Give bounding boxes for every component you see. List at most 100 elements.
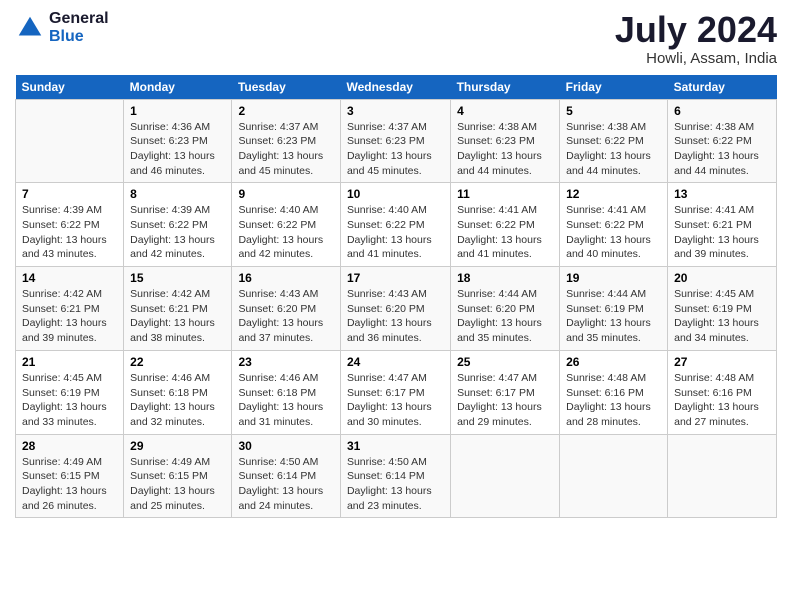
day-number: 23: [238, 355, 334, 369]
table-row: 21 Sunrise: 4:45 AMSunset: 6:19 PMDayligh…: [16, 350, 124, 434]
day-number: 19: [566, 271, 661, 285]
table-row: 14 Sunrise: 4:42 AMSunset: 6:21 PMDayligh…: [16, 267, 124, 351]
table-row: 18Sunrise: 4:44 AMSunset: 6:20 PMDayligh…: [451, 267, 560, 351]
day-number: 2: [238, 104, 334, 118]
day-info: Sunrise: 4:42 AMSunset: 6:21 PMDaylight:…: [22, 287, 117, 346]
col-friday: Friday: [560, 75, 668, 100]
day-number: 10: [347, 187, 444, 201]
table-row: 12Sunrise: 4:41 AMSunset: 6:22 PMDayligh…: [560, 183, 668, 267]
logo: General Blue: [15, 10, 109, 45]
day-number: 18: [457, 271, 553, 285]
col-monday: Monday: [124, 75, 232, 100]
day-number: 30: [238, 439, 334, 453]
day-info: Sunrise: 4:49 AMSunset: 6:15 PMDaylight:…: [130, 455, 225, 514]
calendar-table: Sunday Monday Tuesday Wednesday Thursday…: [15, 75, 777, 519]
table-row: 11 Sunrise: 4:41 AMSunset: 6:22 PMDayligh…: [451, 183, 560, 267]
table-row: 3Sunrise: 4:37 AMSunset: 6:23 PMDaylight…: [340, 99, 450, 183]
day-info: Sunrise: 4:43 AMSunset: 6:20 PMDaylight:…: [347, 287, 444, 346]
table-row: 31 Sunrise: 4:50 AMSunset: 6:14 PMDayligh…: [340, 434, 450, 518]
day-info: Sunrise: 4:50 AMSunset: 6:14 PMDaylight:…: [347, 455, 444, 514]
table-row: 6Sunrise: 4:38 AMSunset: 6:22 PMDaylight…: [668, 99, 777, 183]
col-sunday: Sunday: [16, 75, 124, 100]
day-info: Sunrise: 4:46 AMSunset: 6:18 PMDaylight:…: [238, 371, 334, 430]
day-number: 20: [674, 271, 770, 285]
day-number: 14: [22, 271, 117, 285]
day-number: 28: [22, 439, 117, 453]
col-tuesday: Tuesday: [232, 75, 341, 100]
day-number: 15: [130, 271, 225, 285]
day-info: Sunrise: 4:39 AMSunset: 6:22 PMDaylight:…: [130, 203, 225, 262]
col-thursday: Thursday: [451, 75, 560, 100]
header: General Blue July 2024 Howli, Assam, Ind…: [15, 10, 777, 67]
col-wednesday: Wednesday: [340, 75, 450, 100]
table-row: 29Sunrise: 4:49 AMSunset: 6:15 PMDayligh…: [124, 434, 232, 518]
logo-icon: [15, 13, 45, 43]
table-row: 27Sunrise: 4:48 AMSunset: 6:16 PMDayligh…: [668, 350, 777, 434]
calendar-week-row: 7Sunrise: 4:39 AMSunset: 6:22 PMDaylight…: [16, 183, 777, 267]
table-row: 25Sunrise: 4:47 AMSunset: 6:17 PMDayligh…: [451, 350, 560, 434]
day-number: 26: [566, 355, 661, 369]
table-row: 5 Sunrise: 4:38 AMSunset: 6:22 PMDaylight…: [560, 99, 668, 183]
day-number: 5: [566, 104, 661, 118]
day-info: Sunrise: 4:45 AMSunset: 6:19 PMDaylight:…: [674, 287, 770, 346]
calendar-week-row: 1 Sunrise: 4:36 AMSunset: 6:23 PMDaylight…: [16, 99, 777, 183]
day-number: 16: [238, 271, 334, 285]
day-info: Sunrise: 4:37 AMSunset: 6:23 PMDaylight:…: [347, 120, 444, 179]
logo-general-text: General: [49, 10, 109, 28]
day-number: 21: [22, 355, 117, 369]
day-number: 8: [130, 187, 225, 201]
day-number: 17: [347, 271, 444, 285]
day-number: 24: [347, 355, 444, 369]
table-row: 13Sunrise: 4:41 AMSunset: 6:21 PMDayligh…: [668, 183, 777, 267]
table-row: 8 Sunrise: 4:39 AMSunset: 6:22 PMDaylight…: [124, 183, 232, 267]
day-info: Sunrise: 4:38 AMSunset: 6:22 PMDaylight:…: [566, 120, 661, 179]
location-subtitle: Howli, Assam, India: [615, 50, 777, 67]
table-row: 23 Sunrise: 4:46 AMSunset: 6:18 PMDayligh…: [232, 350, 341, 434]
day-number: 22: [130, 355, 225, 369]
table-row: [451, 434, 560, 518]
table-row: 15 Sunrise: 4:42 AMSunset: 6:21 PMDayligh…: [124, 267, 232, 351]
table-row: 9Sunrise: 4:40 AMSunset: 6:22 PMDaylight…: [232, 183, 341, 267]
day-info: Sunrise: 4:41 AMSunset: 6:22 PMDaylight:…: [457, 203, 553, 262]
day-number: 11: [457, 187, 553, 201]
table-row: 4 Sunrise: 4:38 AMSunset: 6:23 PMDaylight…: [451, 99, 560, 183]
col-saturday: Saturday: [668, 75, 777, 100]
table-row: 16 Sunrise: 4:43 AMSunset: 6:20 PMDayligh…: [232, 267, 341, 351]
day-info: Sunrise: 4:39 AMSunset: 6:22 PMDaylight:…: [22, 203, 117, 262]
table-row: 28 Sunrise: 4:49 AMSunset: 6:15 PMDayligh…: [16, 434, 124, 518]
table-row: 19Sunrise: 4:44 AMSunset: 6:19 PMDayligh…: [560, 267, 668, 351]
day-info: Sunrise: 4:48 AMSunset: 6:16 PMDaylight:…: [674, 371, 770, 430]
calendar-week-row: 28 Sunrise: 4:49 AMSunset: 6:15 PMDayligh…: [16, 434, 777, 518]
table-row: [16, 99, 124, 183]
table-row: 26 Sunrise: 4:48 AMSunset: 6:16 PMDayligh…: [560, 350, 668, 434]
day-info: Sunrise: 4:45 AMSunset: 6:19 PMDaylight:…: [22, 371, 117, 430]
day-info: Sunrise: 4:43 AMSunset: 6:20 PMDaylight:…: [238, 287, 334, 346]
table-row: 7Sunrise: 4:39 AMSunset: 6:22 PMDaylight…: [16, 183, 124, 267]
day-info: Sunrise: 4:36 AMSunset: 6:23 PMDaylight:…: [130, 120, 225, 179]
calendar-header-row: Sunday Monday Tuesday Wednesday Thursday…: [16, 75, 777, 100]
day-info: Sunrise: 4:41 AMSunset: 6:21 PMDaylight:…: [674, 203, 770, 262]
table-row: 1 Sunrise: 4:36 AMSunset: 6:23 PMDaylight…: [124, 99, 232, 183]
day-info: Sunrise: 4:50 AMSunset: 6:14 PMDaylight:…: [238, 455, 334, 514]
calendar-week-row: 14 Sunrise: 4:42 AMSunset: 6:21 PMDayligh…: [16, 267, 777, 351]
day-info: Sunrise: 4:48 AMSunset: 6:16 PMDaylight:…: [566, 371, 661, 430]
table-row: 20 Sunrise: 4:45 AMSunset: 6:19 PMDayligh…: [668, 267, 777, 351]
day-number: 1: [130, 104, 225, 118]
day-number: 4: [457, 104, 553, 118]
day-info: Sunrise: 4:47 AMSunset: 6:17 PMDaylight:…: [347, 371, 444, 430]
day-info: Sunrise: 4:46 AMSunset: 6:18 PMDaylight:…: [130, 371, 225, 430]
month-title: July 2024: [615, 10, 777, 50]
day-info: Sunrise: 4:37 AMSunset: 6:23 PMDaylight:…: [238, 120, 334, 179]
table-row: [668, 434, 777, 518]
day-number: 9: [238, 187, 334, 201]
table-row: 24 Sunrise: 4:47 AMSunset: 6:17 PMDayligh…: [340, 350, 450, 434]
calendar-week-row: 21 Sunrise: 4:45 AMSunset: 6:19 PMDayligh…: [16, 350, 777, 434]
table-row: 2 Sunrise: 4:37 AMSunset: 6:23 PMDaylight…: [232, 99, 341, 183]
day-number: 12: [566, 187, 661, 201]
page-container: General Blue July 2024 Howli, Assam, Ind…: [0, 0, 792, 528]
day-number: 31: [347, 439, 444, 453]
day-info: Sunrise: 4:38 AMSunset: 6:23 PMDaylight:…: [457, 120, 553, 179]
day-number: 25: [457, 355, 553, 369]
day-info: Sunrise: 4:49 AMSunset: 6:15 PMDaylight:…: [22, 455, 117, 514]
day-info: Sunrise: 4:42 AMSunset: 6:21 PMDaylight:…: [130, 287, 225, 346]
